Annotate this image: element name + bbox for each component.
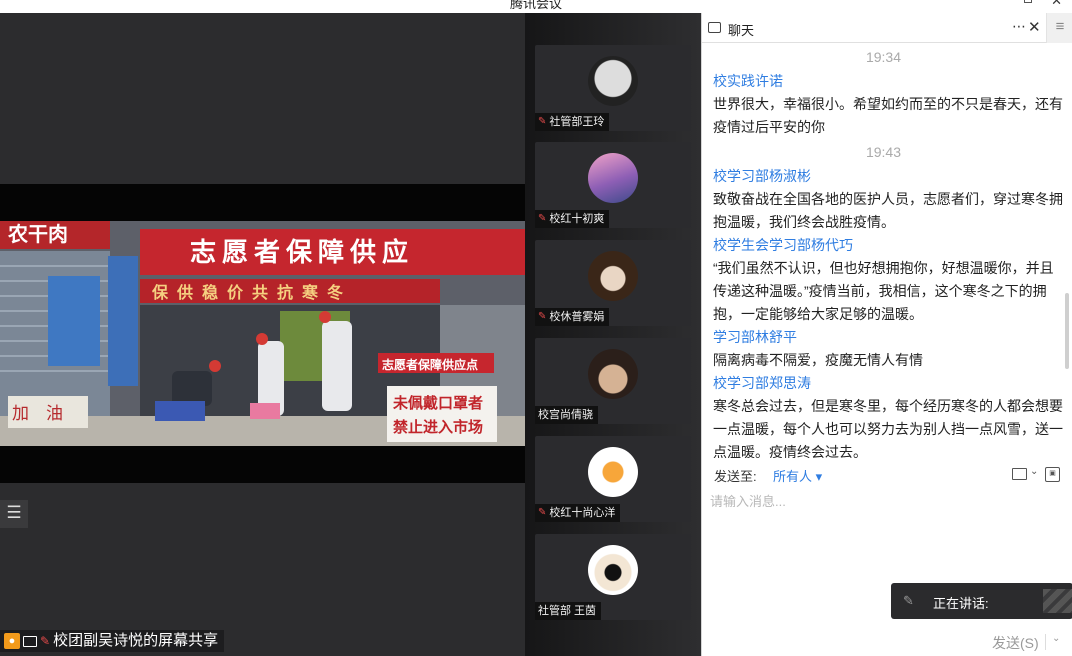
shared-photo: 农干肉 志愿者保障供应 保供稳价共抗寒冬 志愿者保障供应点 未佩戴口罩者 禁止进…: [0, 221, 525, 446]
divider: [1045, 634, 1046, 650]
participant-tile[interactable]: ✎ 校休普雾娟: [535, 240, 691, 326]
participant-name: 校休普雾娟: [549, 311, 605, 323]
message-sender[interactable]: 校实践许诺: [702, 70, 1072, 93]
participant-name: 社管部 王茵: [538, 605, 597, 617]
menu-icon[interactable]: ≡: [1046, 13, 1072, 43]
user-icon: ●: [4, 633, 20, 649]
chat-scrollbar[interactable]: [1065, 293, 1069, 369]
list-icon[interactable]: ☰: [0, 500, 28, 528]
avatar: [588, 447, 638, 497]
message-sender[interactable]: 校学习部杨淑彬: [702, 165, 1072, 188]
participant-name-tag: ✎ 校红十初爽: [535, 210, 610, 228]
avatar: [588, 56, 638, 106]
chat-header: 聊天 ⋯ ✕ ≡: [702, 13, 1072, 43]
participant-name: 校红十初爽: [549, 213, 605, 225]
avatar: [588, 153, 638, 203]
avatar: [588, 251, 638, 301]
speaking-label: 正在讲话:: [933, 596, 989, 611]
sign-sub-banner: 保供稳价共抗寒冬: [151, 283, 352, 302]
chat-title: 聊天: [728, 23, 755, 38]
maximize-icon[interactable]: [1024, 0, 1032, 3]
mic-muted-icon: ✎: [538, 213, 547, 224]
chat-panel: 聊天 ⋯ ✕ ≡ 19:34 校实践许诺 世界很大，幸福很小。希望如约而至的不只…: [701, 13, 1072, 656]
mic-muted-icon: ✎: [538, 311, 547, 322]
mic-muted-icon: ✎: [538, 507, 547, 518]
participant-list: ✎ 社管部王玲 ✎ 校红十初爽 ✎ 校休普雾娟 校宫尚倩骁 ✎ 校红十尚心洋 社管部 王…: [525, 13, 701, 656]
screen-share-icon: [23, 635, 37, 647]
participant-tile[interactable]: 校宫尚倩骁: [535, 338, 691, 424]
participant-name: 校宫尚倩骁: [538, 409, 593, 421]
sign-bottom-left: 加 油: [12, 404, 63, 423]
sign-banner: 志愿者保障供应: [190, 237, 414, 267]
close-icon[interactable]: ✕: [1028, 18, 1041, 36]
share-caption-text: 校团副吴诗悦的屏幕共享: [53, 632, 219, 649]
participant-name-tag: ✎ 校休普雾娟: [535, 308, 610, 326]
mic-muted-icon: ✎: [40, 634, 51, 648]
participant-tile[interactable]: ✎ 校红十尚心洋: [535, 436, 691, 522]
title-bar: 腾讯会议 ✕: [0, 0, 1072, 13]
avatar: [588, 349, 638, 399]
chat-input[interactable]: [710, 489, 1060, 513]
save-chat-icon[interactable]: ▣: [1045, 467, 1060, 482]
participant-name-tag: 校宫尚倩骁: [535, 406, 598, 424]
chevron-down-icon[interactable]: ⌄: [1052, 633, 1060, 644]
message-body: 致敬奋战在全国各地的医护人员，志愿者们，穿过寒冬拥 抱温暖，我们终会战胜疫情。: [713, 191, 1063, 230]
participant-name-tag: 社管部 王茵: [535, 602, 602, 620]
message-sender[interactable]: 学习部林舒平: [702, 326, 1072, 349]
mic-off-icon: ✎: [903, 593, 914, 608]
mic-muted-icon: ✎: [538, 116, 547, 127]
more-icon[interactable]: ⋯: [1012, 18, 1026, 35]
sign-panel-small: 志愿者保障供应点: [382, 357, 478, 372]
message-list: 19:34 校实践许诺 世界很大，幸福很小。希望如约而至的不只是春天，还有 疫情过…: [702, 44, 1072, 458]
sign-top-left: 农干肉: [7, 222, 68, 246]
message-sender[interactable]: 校学习部郑思涛: [702, 372, 1072, 395]
send-button[interactable]: 发送(S): [992, 633, 1039, 653]
file-icon[interactable]: [1012, 468, 1027, 480]
send-to-label: 发送至:: [714, 469, 757, 484]
sign-panel-big-1: 未佩戴口罩者: [392, 394, 483, 412]
participant-tile[interactable]: 社管部 王茵: [535, 534, 691, 620]
message-time: 19:34: [865, 49, 902, 65]
send-to-select[interactable]: 所有人 ▾: [773, 466, 822, 485]
sign-panel-big-2: 禁止进入市场: [393, 418, 483, 436]
participant-name-tag: ✎ 校红十尚心洋: [535, 504, 621, 522]
chat-bubble-icon: [708, 22, 721, 33]
message-sender[interactable]: 校学生会学习部杨代巧: [702, 234, 1072, 257]
message-body: 世界很大，幸福很小。希望如约而至的不只是春天，还有 疫情过后平安的你: [713, 96, 1063, 135]
avatar: [588, 545, 638, 595]
participant-tile[interactable]: ✎ 社管部王玲: [535, 45, 691, 131]
share-caption: ● ✎ 校团副吴诗悦的屏幕共享: [0, 630, 225, 652]
speaking-badge: [1043, 589, 1072, 613]
participant-name: 校红十尚心洋: [549, 507, 616, 519]
participant-tile[interactable]: ✎ 校红十初爽: [535, 142, 691, 228]
participant-name: 社管部王玲: [549, 116, 605, 128]
participant-name-tag: ✎ 社管部王玲: [535, 113, 610, 131]
main-video-area: 农干肉 志愿者保障供应 保供稳价共抗寒冬 志愿者保障供应点 未佩戴口罩者 禁止进…: [0, 13, 525, 656]
window-title: 腾讯会议: [509, 0, 562, 11]
window-close-icon[interactable]: ✕: [1051, 0, 1062, 9]
message-body: “我们虽然不认识，但也好想拥抱你，好想温暖你，并且 传递这种温暖。”疫情当前，我相…: [713, 260, 1054, 322]
message-body: 寒冬总会过去，但是寒冬里，每个经历寒冬的人都会想要 一点温暖，每个人也可以努力去为…: [713, 398, 1063, 458]
speaking-indicator: ✎ 正在讲话:: [891, 583, 1072, 619]
message-body: 隔离病毒不隔爱，疫魔无情人有情: [713, 352, 923, 368]
message-time: 19:43: [865, 144, 902, 160]
chevron-down-icon[interactable]: ⌄: [1030, 466, 1038, 477]
